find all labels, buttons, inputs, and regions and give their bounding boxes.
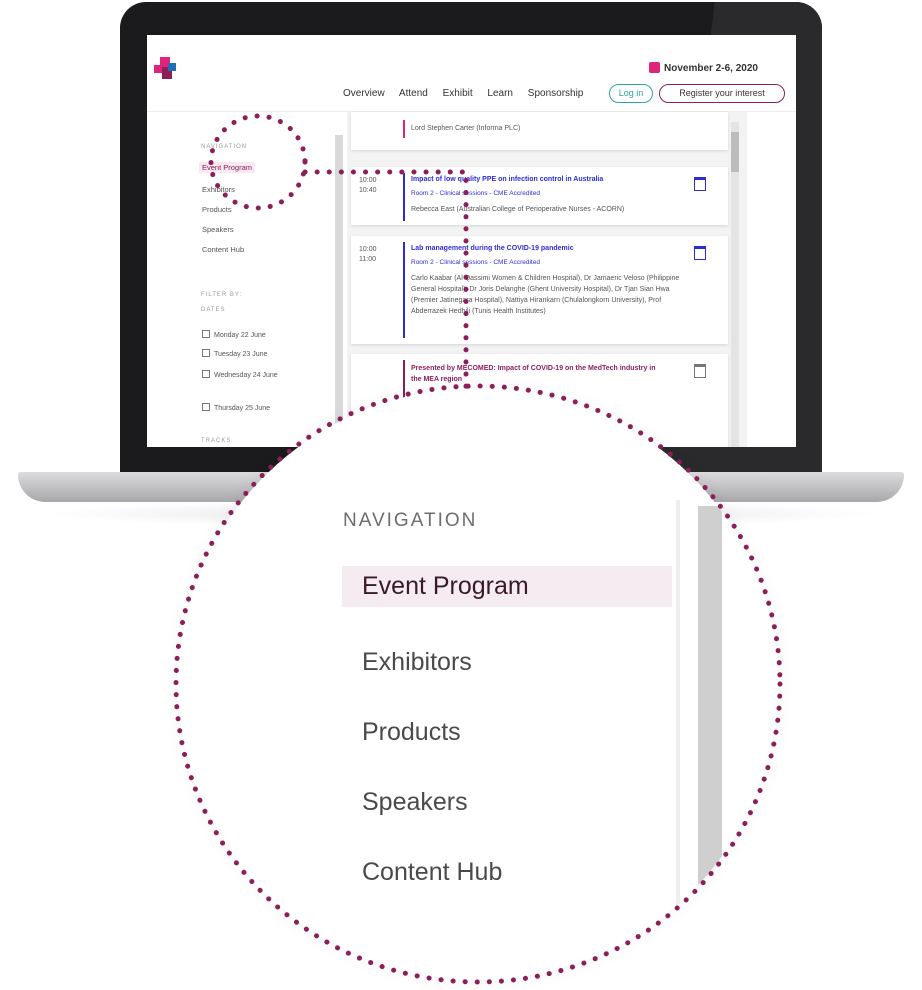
nav-exhibit[interactable]: Exhibit xyxy=(443,88,473,99)
zoom-item-speakers[interactable]: Speakers xyxy=(362,788,468,817)
brand-logo-icon[interactable] xyxy=(154,57,178,81)
session-time: 10:00 10:40 xyxy=(359,177,377,194)
sidebar-item-exhibitors[interactable]: Exhibitors xyxy=(202,185,235,194)
session-title[interactable]: Impact of low quality PPE on infection c… xyxy=(411,176,603,183)
sidebar-item-speakers[interactable]: Speakers xyxy=(202,225,234,234)
zoom-callout: NAVIGATION Event Program Exhibitors Prod… xyxy=(178,388,778,980)
tracks-heading: TRACKS xyxy=(201,438,232,444)
sidebar: NAVIGATION Event Program Exhibitors Prod… xyxy=(147,112,337,447)
event-date-text: November 2-6, 2020 xyxy=(664,63,758,74)
session-time: 10:00 11:00 xyxy=(359,246,377,263)
nav-learn[interactable]: Learn xyxy=(487,88,513,99)
zoom-divider xyxy=(676,500,680,920)
session-card[interactable]: Lord Stephen Carter (Informa PLC) xyxy=(351,112,728,150)
zoom-item-event-program[interactable]: Event Program xyxy=(342,566,672,607)
register-interest-button[interactable]: Register your interest xyxy=(659,84,785,103)
login-button[interactable]: Log in xyxy=(609,84,653,103)
sidebar-scrollbar[interactable] xyxy=(335,135,343,447)
nav-overview[interactable]: Overview xyxy=(343,88,385,99)
zoom-item-products[interactable]: Products xyxy=(362,718,461,747)
add-to-calendar-icon[interactable] xyxy=(694,246,706,260)
filter-heading: FILTER BY: xyxy=(201,292,243,298)
sidebar-item-content-hub[interactable]: Content Hub xyxy=(202,245,244,254)
zoom-item-exhibitors[interactable]: Exhibitors xyxy=(362,648,472,677)
zoom-navigation-heading: NAVIGATION xyxy=(343,510,478,531)
sidebar-item-event-program[interactable]: Event Program xyxy=(199,162,256,173)
session-room: Room 2 - Clinical sessions - CME Accredi… xyxy=(411,190,540,197)
session-title[interactable]: Lab management during the COVID-19 pande… xyxy=(411,245,574,252)
add-to-calendar-icon[interactable] xyxy=(694,364,706,378)
date-filter-checkbox[interactable]: Thursday 25 June xyxy=(202,403,270,412)
date-filter-checkbox[interactable]: Wednesday 24 June xyxy=(202,370,282,379)
zoom-item-content-hub[interactable]: Content Hub xyxy=(362,858,502,887)
event-date: November 2-6, 2020 xyxy=(649,62,758,74)
laptop-screen: November 2-6, 2020 Overview Attend Exhib… xyxy=(147,35,796,447)
session-room: Room 2 - Clinical sessions - CME Accredi… xyxy=(411,259,540,266)
calendar-icon xyxy=(649,62,660,73)
add-to-calendar-icon[interactable] xyxy=(694,177,706,191)
date-filter-checkbox[interactable]: Monday 22 June xyxy=(202,330,266,339)
session-speakers: Lord Stephen Carter (Informa PLC) xyxy=(411,125,521,132)
sidebar-item-products[interactable]: Products xyxy=(202,205,232,214)
session-card[interactable]: 10:00 11:00 Lab management during the COV… xyxy=(351,236,728,344)
session-card[interactable]: 10:00 10:40 Impact of low quality PPE on … xyxy=(351,167,728,225)
nav-attend[interactable]: Attend xyxy=(399,88,428,99)
nav-sponsorship[interactable]: Sponsorship xyxy=(528,88,584,99)
session-title[interactable]: Presented by MECOMED: Impact of COVID-19… xyxy=(411,363,661,385)
navigation-heading: NAVIGATION xyxy=(201,144,248,150)
dates-heading: DATES xyxy=(201,307,226,313)
date-filter-checkbox[interactable]: Tuesday 23 June xyxy=(202,349,267,358)
program-scrollbar-thumb[interactable] xyxy=(731,132,739,172)
session-speakers: Carlo Kaabar (Al Qassimi Women & Childre… xyxy=(411,275,680,315)
top-nav: Overview Attend Exhibit Learn Sponsorshi… xyxy=(343,88,595,99)
session-speakers: Rebecca East (Australian College of Peri… xyxy=(411,206,625,213)
zoom-scrollbar xyxy=(698,506,722,886)
